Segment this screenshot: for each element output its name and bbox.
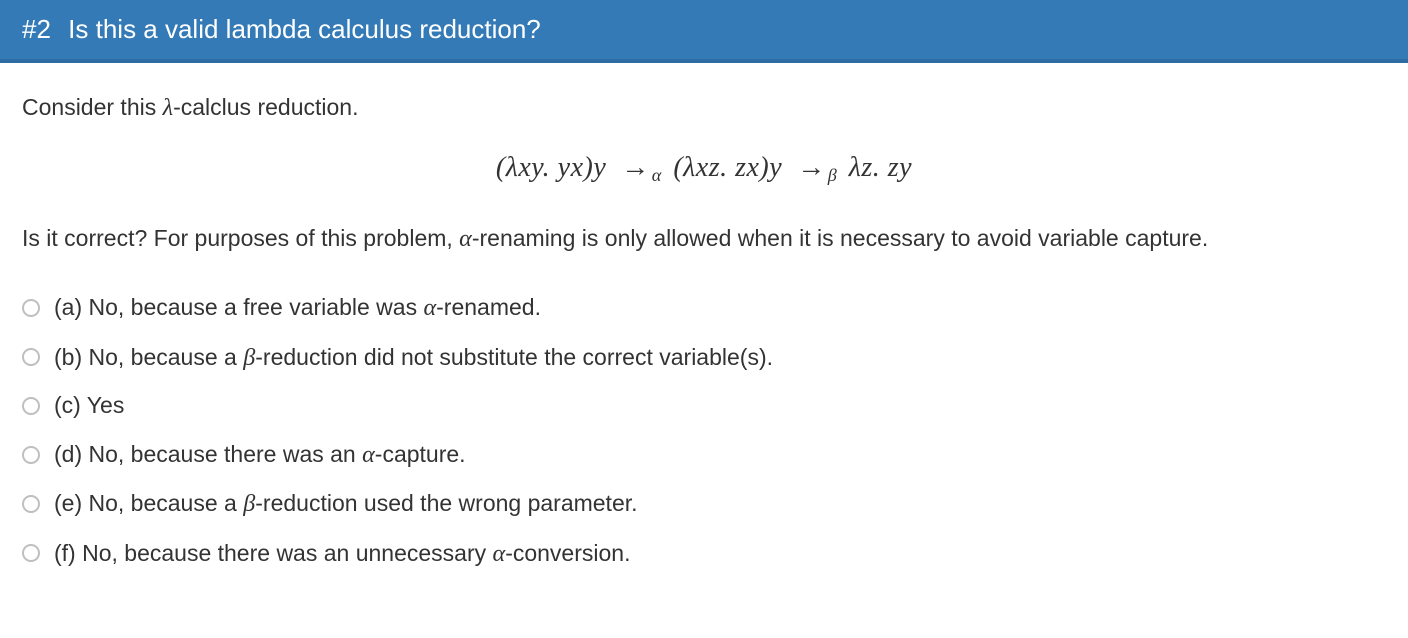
question-number: #2	[22, 14, 51, 44]
option-label: (c) Yes	[54, 388, 124, 424]
question-body: Consider this λ-calclus reduction. (λxy.…	[0, 63, 1408, 588]
option-e[interactable]: (e) No, because a β-reduction used the w…	[22, 479, 1386, 528]
option-b[interactable]: (b) No, because a β-reduction did not su…	[22, 333, 1386, 382]
question-followup: Is it correct? For purposes of this prob…	[22, 220, 1386, 257]
option-text-post: -capture.	[375, 441, 466, 467]
option-text-pre: (a) No, because a free variable was	[54, 294, 423, 320]
intro-text-after: -calclus reduction.	[173, 94, 358, 120]
option-label: (f) No, because there was an unnecessary…	[54, 535, 630, 572]
option-text-post: -reduction did not substitute the correc…	[255, 344, 773, 370]
option-text-post: -reduction used the wrong parameter.	[255, 490, 637, 516]
radio-icon[interactable]	[22, 299, 40, 317]
option-text-pre: (c) Yes	[54, 392, 124, 418]
option-text-pre: (b) No, because a	[54, 344, 243, 370]
question-intro: Consider this λ-calclus reduction.	[22, 89, 1386, 126]
radio-icon[interactable]	[22, 544, 40, 562]
followup-after: -renaming is only allowed when it is nec…	[472, 225, 1208, 251]
question-header: #2 Is this a valid lambda calculus reduc…	[0, 0, 1408, 63]
greek-symbol: β	[243, 490, 255, 517]
option-label: (b) No, because a β-reduction did not su…	[54, 339, 773, 376]
answer-options: (a) No, because a free variable was α-re…	[22, 283, 1386, 578]
option-f[interactable]: (f) No, because there was an unnecessary…	[22, 529, 1386, 578]
radio-icon[interactable]	[22, 348, 40, 366]
question-title: Is this a valid lambda calculus reductio…	[68, 14, 541, 44]
option-text-post: -conversion.	[505, 540, 630, 566]
option-c[interactable]: (c) Yes	[22, 382, 1386, 430]
radio-icon[interactable]	[22, 495, 40, 513]
greek-symbol: α	[423, 294, 436, 321]
lambda-equation: (λxy. yx)y →α (λxz. zx)y →β λz. zy	[22, 146, 1386, 189]
option-label: (a) No, because a free variable was α-re…	[54, 289, 541, 326]
option-text-pre: (f) No, because there was an unnecessary	[54, 540, 493, 566]
followup-before: Is it correct? For purposes of this prob…	[22, 225, 459, 251]
radio-icon[interactable]	[22, 397, 40, 415]
option-label: (d) No, because there was an α-capture.	[54, 436, 466, 473]
radio-icon[interactable]	[22, 446, 40, 464]
option-text-post: -renamed.	[436, 294, 541, 320]
lambda-symbol: λ	[163, 94, 173, 121]
greek-symbol: β	[243, 344, 255, 371]
greek-symbol: α	[362, 441, 375, 468]
option-a[interactable]: (a) No, because a free variable was α-re…	[22, 283, 1386, 332]
option-label: (e) No, because a β-reduction used the w…	[54, 485, 638, 522]
alpha-symbol: α	[459, 225, 472, 252]
option-text-pre: (d) No, because there was an	[54, 441, 362, 467]
option-d[interactable]: (d) No, because there was an α-capture.	[22, 430, 1386, 479]
intro-text-before: Consider this	[22, 94, 163, 120]
greek-symbol: α	[493, 540, 506, 567]
option-text-pre: (e) No, because a	[54, 490, 243, 516]
